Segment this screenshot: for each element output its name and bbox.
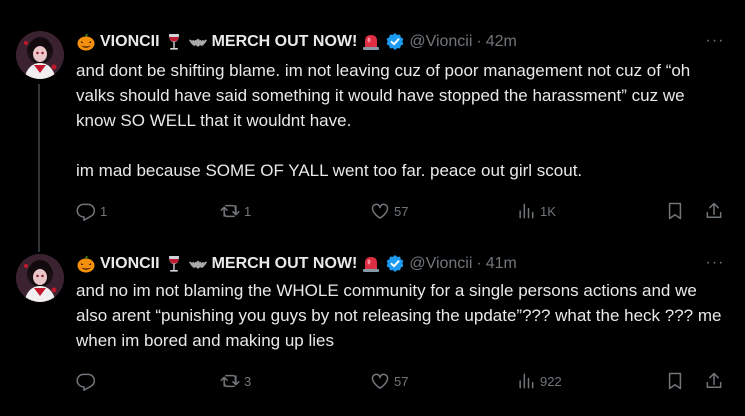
views-chart-icon bbox=[519, 203, 534, 219]
view-count: 922 bbox=[540, 373, 562, 389]
reply-icon bbox=[76, 203, 96, 221]
tweet[interactable]: VIONCII MERCH OUT NOW! bbox=[0, 240, 745, 416]
timestamp[interactable]: 41m bbox=[486, 255, 517, 273]
view-count: 1K bbox=[540, 203, 556, 219]
action-bar: 1 1 57 1K bbox=[76, 200, 730, 222]
views-button[interactable]: 922 bbox=[516, 370, 562, 392]
verified-badge-icon[interactable] bbox=[385, 32, 405, 52]
repost-count: 1 bbox=[244, 203, 252, 219]
wine-glass-icon bbox=[164, 254, 184, 274]
avatar[interactable] bbox=[16, 31, 64, 79]
display-name-text: VIONCII bbox=[100, 33, 160, 50]
bookmark-button[interactable] bbox=[665, 200, 685, 222]
reply-icon bbox=[76, 373, 96, 391]
bat-icon bbox=[188, 254, 208, 274]
timestamp[interactable]: 42m bbox=[486, 33, 517, 51]
like-button[interactable]: 57 bbox=[370, 200, 408, 222]
repost-count: 3 bbox=[244, 373, 252, 389]
tweet-header: VIONCII MERCH OUT NOW! bbox=[76, 253, 517, 275]
like-button[interactable]: 57 bbox=[370, 370, 408, 392]
thread-connector-line bbox=[38, 84, 40, 252]
display-name-text: VIONCII bbox=[100, 255, 160, 272]
repost-button[interactable]: 3 bbox=[220, 370, 251, 392]
display-name-suffix: MERCH OUT NOW! bbox=[211, 33, 358, 50]
tweet-text: and dont be shifting blame. im not leavi… bbox=[76, 61, 691, 180]
display-name[interactable]: VIONCII MERCH OUT NOW! bbox=[76, 254, 381, 274]
thread: VIONCII MERCH OUT NOW! @Vioncii · 42m ··… bbox=[0, 0, 745, 416]
views-button[interactable]: 1K bbox=[516, 200, 556, 222]
reply-count: 1 bbox=[100, 203, 108, 219]
siren-icon bbox=[361, 32, 381, 52]
bat-icon bbox=[188, 32, 208, 52]
heart-icon bbox=[371, 373, 389, 389]
heart-icon bbox=[371, 203, 389, 219]
wine-glass-icon bbox=[164, 32, 184, 52]
jack-o-lantern-icon bbox=[76, 254, 96, 274]
separator-dot: · bbox=[476, 33, 482, 50]
jack-o-lantern-icon bbox=[76, 32, 96, 52]
user-handle[interactable]: @Vioncii bbox=[409, 255, 472, 273]
verified-badge-icon[interactable] bbox=[385, 254, 405, 274]
share-icon bbox=[706, 202, 722, 218]
siren-icon bbox=[361, 254, 381, 274]
share-icon bbox=[706, 372, 722, 388]
display-name[interactable]: VIONCII MERCH OUT NOW! bbox=[76, 32, 381, 52]
more-options-icon[interactable]: ··· bbox=[701, 30, 729, 52]
repost-icon bbox=[220, 374, 240, 388]
views-chart-icon bbox=[519, 373, 534, 389]
user-handle[interactable]: @Vioncii bbox=[409, 33, 472, 51]
bookmark-icon bbox=[668, 372, 682, 390]
reply-button[interactable] bbox=[76, 370, 100, 392]
tweet-text: and no im not blaming the WHOLE communit… bbox=[76, 281, 727, 350]
bookmark-button[interactable] bbox=[665, 370, 685, 392]
reply-button[interactable]: 1 bbox=[76, 200, 107, 222]
like-count: 57 bbox=[394, 203, 409, 219]
repost-button[interactable]: 1 bbox=[220, 200, 251, 222]
repost-icon bbox=[220, 204, 240, 218]
separator-dot: · bbox=[476, 255, 482, 272]
like-count: 57 bbox=[394, 373, 409, 389]
bookmark-icon bbox=[668, 202, 682, 220]
share-button[interactable] bbox=[704, 370, 724, 392]
share-button[interactable] bbox=[704, 200, 724, 222]
tweet-header: VIONCII MERCH OUT NOW! bbox=[76, 31, 517, 53]
avatar[interactable] bbox=[16, 254, 64, 302]
action-bar: 3 57 922 bbox=[76, 370, 730, 392]
tweet[interactable]: VIONCII MERCH OUT NOW! bbox=[0, 0, 745, 252]
display-name-suffix: MERCH OUT NOW! bbox=[211, 255, 358, 272]
more-options-icon[interactable]: ··· bbox=[701, 252, 729, 274]
